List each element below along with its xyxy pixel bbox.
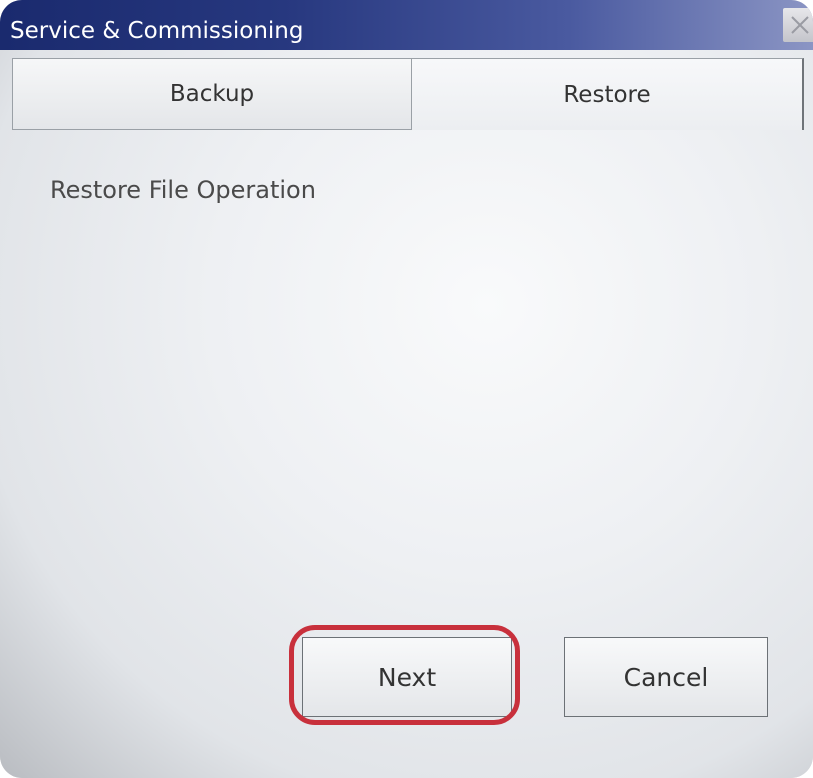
tab-backup[interactable]: Backup — [12, 58, 412, 130]
tab-restore[interactable]: Restore — [412, 58, 804, 130]
close-button[interactable] — [783, 8, 813, 42]
close-icon — [791, 16, 809, 34]
next-button-label: Next — [377, 662, 437, 692]
tab-restore-label: Restore — [563, 81, 651, 108]
title-bar: Service & Commissioning — [0, 0, 813, 50]
cancel-button-label: Cancel — [623, 662, 709, 692]
screen-photo: Service & Commissioning Backup Restore R… — [0, 0, 813, 778]
next-button[interactable]: Next — [302, 637, 512, 717]
window-title: Service & Commissioning — [10, 18, 304, 44]
tab-backup-label: Backup — [169, 81, 255, 107]
cancel-button[interactable]: Cancel — [564, 637, 768, 717]
operation-label: Restore File Operation — [50, 176, 316, 204]
